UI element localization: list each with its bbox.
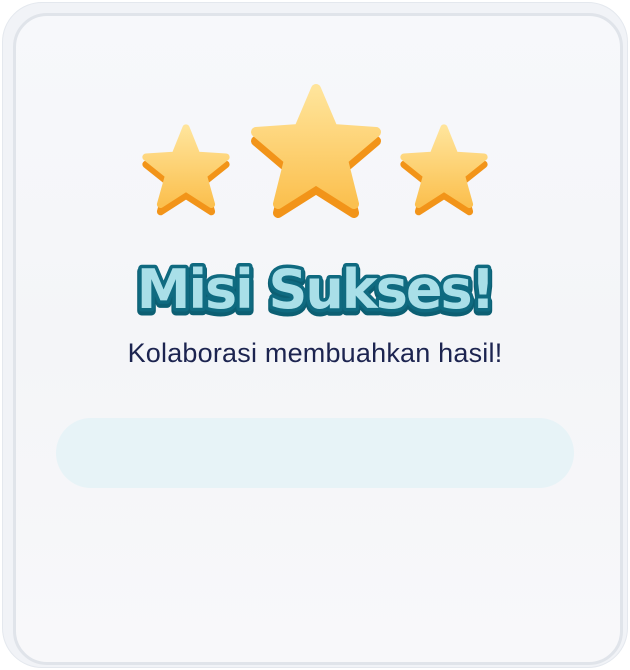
star-icon-left [142, 124, 230, 216]
star-rating [0, 0, 630, 230]
star-icon-center [251, 84, 381, 218]
star-icon-right [400, 124, 488, 216]
subtitle: Kolaborasi membuahkan hasil! [127, 338, 503, 368]
page-title: Misi Sukses! [137, 258, 493, 321]
result-info-bar [56, 418, 574, 488]
title-container: Misi Sukses! Misi Sukses! Misi Sukses! [0, 248, 630, 329]
